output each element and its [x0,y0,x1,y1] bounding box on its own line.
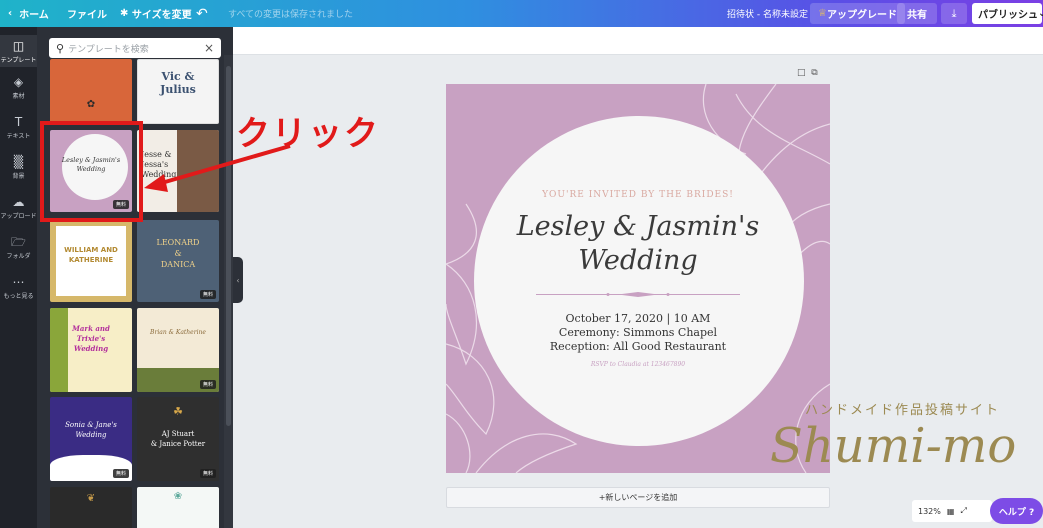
thumb-title: Julius [160,83,196,96]
download-icon[interactable]: ⤓ [941,3,967,24]
template-thumb[interactable]: Brian & Katherine 無料 [137,308,219,392]
folder-icon: 🗁 [11,235,26,249]
template-thumb[interactable]: Vic & Julius [137,59,219,124]
nav-item-upload[interactable]: ☁ アップロード [0,195,37,220]
add-page-button[interactable]: +新しいページを追加 [446,487,830,508]
invite-subtitle[interactable]: YOU'RE INVITED BY THE BRIDES! [446,190,830,200]
thumb-title: Vic & [161,70,195,83]
invite-title-line: Wedding [578,245,698,276]
free-badge: 無料 [199,290,216,299]
close-icon[interactable]: × [204,41,214,55]
leaf-icon: ❀ [173,491,183,502]
nav-item-background[interactable]: ▒ 背景 [0,155,37,180]
free-badge: 無料 [199,469,216,478]
thumb-title: LEONARD [156,238,200,247]
thumb-title: & Janice Potter [150,440,206,448]
ornament-divider [536,292,740,297]
save-status: すべての変更は保存されました [228,10,354,20]
share-button[interactable]: 共有 [897,3,937,24]
template-thumb[interactable]: LEONARD & DANICA 無料 [137,220,219,302]
top-bar: ‹ ホーム ファイル ✱ サイズを変更 ↶ すべての変更は保存されました 招待状… [0,0,1043,27]
leaf-icon: ☘ [173,405,183,418]
home-button[interactable]: ‹ ホーム [8,0,49,27]
free-badge: 無料 [199,380,216,389]
template-thumb[interactable]: ❀ [137,487,219,528]
template-icon: ◫ [12,39,25,53]
help-button[interactable]: ヘルプ ? [990,498,1043,524]
template-thumb[interactable]: ❦ [50,487,132,528]
chevron-down-icon: ⌄ [1038,8,1043,19]
sparkle-icon: ✱ [120,8,132,19]
left-nav: ◫ テンプレート ◈ 素材 T テキスト ▒ 背景 ☁ アップロード 🗁 フォル… [0,27,37,528]
more-icon: ⋯ [12,275,25,289]
template-thumb[interactable]: Sonia & Jane's Wedding 無料 [50,397,132,481]
template-thumb[interactable]: WILLIAM AND KATHERINE [50,220,132,302]
nav-item-text[interactable]: T テキスト [0,115,37,140]
chevron-left-icon: ‹ [236,275,240,285]
undo-icon[interactable]: ↶ [196,0,208,27]
ornament-icon: ❦ [86,493,96,504]
annotation-highlight-box [40,121,143,222]
invite-details[interactable]: October 17, 2020 | 10 AM Ceremony: Simmo… [446,312,830,354]
thumb-title: Sonia & Jane's [65,421,117,429]
invite-rsvp[interactable]: RSVP to Claudia at 123467890 [446,361,830,368]
watermark-logo: Shumi-mo [770,418,1017,474]
duplicate-icon[interactable]: ⧉ [811,68,817,78]
template-thumb[interactable]: ☘ AJ Stuart & Janice Potter 無料 [137,397,219,481]
thumb-title: Trixie's [76,334,106,343]
thumb-title: & [174,249,182,258]
template-thumb[interactable]: ✿ [50,59,132,124]
template-panel: ⚲ テンプレートを検索 × ✿ Vic & Julius Lesley & Ja… [37,27,233,528]
collapse-panel-button[interactable]: ‹ [233,257,243,303]
resize-button[interactable]: ✱ サイズを変更 [120,0,192,27]
invite-circle [474,116,804,446]
upgrade-button[interactable]: ♕ アップグレード [810,3,905,24]
thumb-title: Wedding [75,431,107,439]
thumb-title: AJ Stuart [161,430,195,438]
panel-scrollbar-thumb[interactable] [226,66,231,426]
invite-title-line: Lesley & Jasmin's [516,211,760,242]
chevron-left-icon: ‹ [8,8,20,19]
document-title[interactable]: 招待状 - 名称未設定 [727,0,808,27]
invite-title[interactable]: Lesley & Jasmin's Wedding [446,210,830,278]
thumb-title: Mark and [72,324,110,333]
nav-item-elements[interactable]: ◈ 素材 [0,75,37,100]
publish-button[interactable]: パブリッシュ ⌄ [972,3,1043,24]
file-menu-button[interactable]: ファイル [67,0,107,27]
free-badge: 無料 [112,469,129,478]
fullscreen-icon[interactable]: ⤢ [960,506,966,516]
nav-item-templates[interactable]: ◫ テンプレート [0,35,37,67]
thumb-title: WILLIAM AND [64,246,118,254]
watermark-subtitle: ハンドメイド作品投稿サイト [805,403,1001,418]
text-icon: T [14,115,23,129]
invite-ceremony: Ceremony: Simmons Chapel [558,326,718,339]
comment-icon[interactable]: □ [797,68,806,78]
thumb-title: DANICA [160,260,196,269]
thumb-title: KATHERINE [68,256,114,264]
search-input[interactable]: ⚲ テンプレートを検索 × [49,38,221,58]
canvas-toolbar [233,27,1043,55]
crown-icon: ♕ [818,8,827,19]
thumb-title: Brian & Katherine [150,329,206,336]
upload-icon: ☁ [12,195,25,209]
invite-reception: Reception: All Good Restaurant [549,340,727,353]
flower-icon: ✿ [86,99,96,110]
annotation-click-label: クリック [236,114,380,154]
invite-date: October 17, 2020 | 10 AM [565,312,711,325]
background-icon: ▒ [13,155,24,169]
search-icon: ⚲ [56,41,65,55]
zoom-controls: 132% ▦ ⤢ [912,500,992,522]
nav-item-folder[interactable]: 🗁 フォルダ [0,235,37,260]
zoom-level[interactable]: 132% [918,507,941,516]
elements-icon: ◈ [13,75,24,89]
grid-view-icon[interactable]: ▦ [947,507,955,516]
nav-item-more[interactable]: ⋯ もっと見る [0,275,37,300]
thumb-title: Wedding [73,344,109,353]
template-thumb[interactable]: Mark and Trixie's Wedding [50,308,132,392]
page-tools: □ ⧉ [797,68,818,78]
